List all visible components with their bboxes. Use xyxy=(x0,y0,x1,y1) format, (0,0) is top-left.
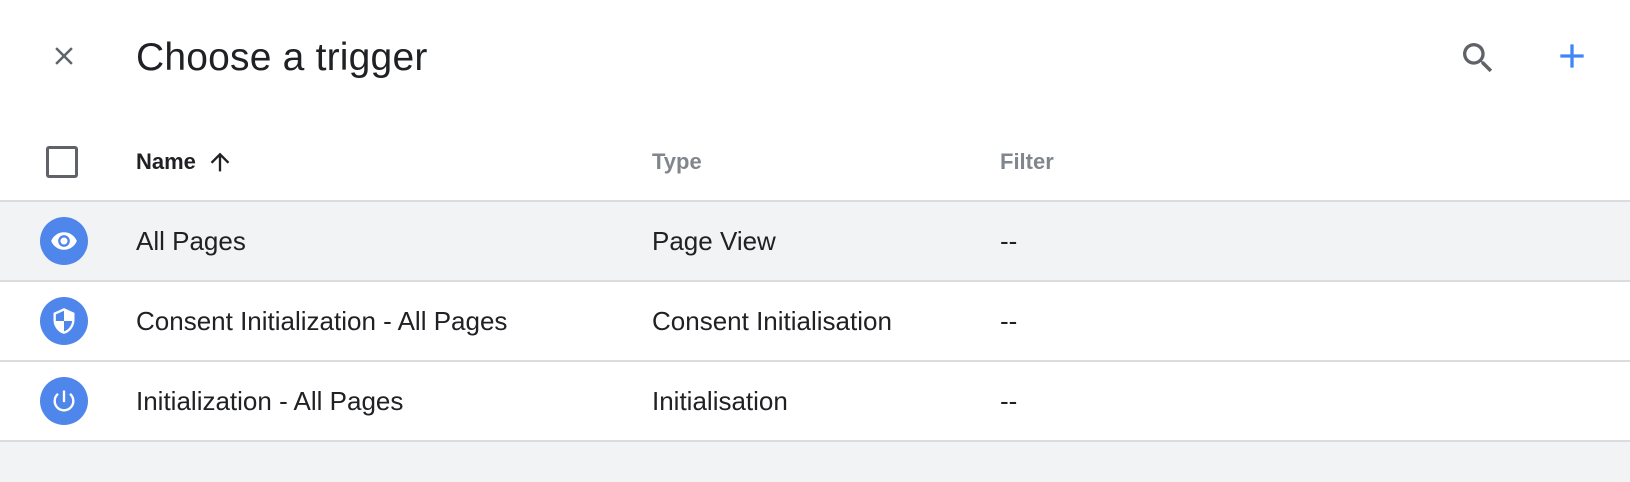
close-icon xyxy=(55,47,73,65)
trigger-row-all-pages[interactable]: All Pages Page View -- xyxy=(0,202,1630,282)
trigger-list: All Pages Page View -- Consent Initializ… xyxy=(0,202,1630,442)
column-header-filter[interactable]: Filter xyxy=(1000,149,1054,175)
column-name-label: Name xyxy=(136,149,196,174)
dialog-header: Choose a trigger xyxy=(0,0,1630,118)
sort-ascending-icon xyxy=(210,152,230,172)
add-icon xyxy=(1560,44,1584,68)
trigger-type: Initialisation xyxy=(652,386,788,416)
trigger-type-badge xyxy=(40,217,88,265)
trigger-name: Initialization - All Pages xyxy=(136,386,404,416)
eye-icon xyxy=(51,232,77,250)
trigger-row-initialization[interactable]: Initialization - All Pages Initialisatio… xyxy=(0,362,1630,442)
search-icon xyxy=(1463,43,1493,73)
close-button[interactable] xyxy=(36,28,92,84)
trigger-filter: -- xyxy=(1000,306,1018,336)
select-all-checkbox[interactable] xyxy=(46,146,78,178)
trigger-type: Page View xyxy=(652,226,776,256)
page-title: Choose a trigger xyxy=(136,36,428,79)
column-header-name[interactable]: Name xyxy=(136,148,234,176)
search-button[interactable] xyxy=(1450,30,1506,86)
shield-icon xyxy=(53,308,75,334)
trigger-type: Consent Initialisation xyxy=(652,306,892,336)
table-header: Name Type Filter xyxy=(0,118,1630,202)
add-trigger-button[interactable] xyxy=(1544,28,1600,84)
trigger-row-consent-initialization[interactable]: Consent Initialization - All Pages Conse… xyxy=(0,282,1630,362)
list-footer xyxy=(0,442,1630,482)
power-icon xyxy=(53,390,75,412)
trigger-type-badge xyxy=(40,377,88,425)
column-header-type[interactable]: Type xyxy=(652,149,702,175)
trigger-name: All Pages xyxy=(136,226,246,256)
trigger-name: Consent Initialization - All Pages xyxy=(136,306,508,336)
trigger-type-badge xyxy=(40,297,88,345)
trigger-filter: -- xyxy=(1000,226,1018,256)
trigger-filter: -- xyxy=(1000,386,1018,416)
